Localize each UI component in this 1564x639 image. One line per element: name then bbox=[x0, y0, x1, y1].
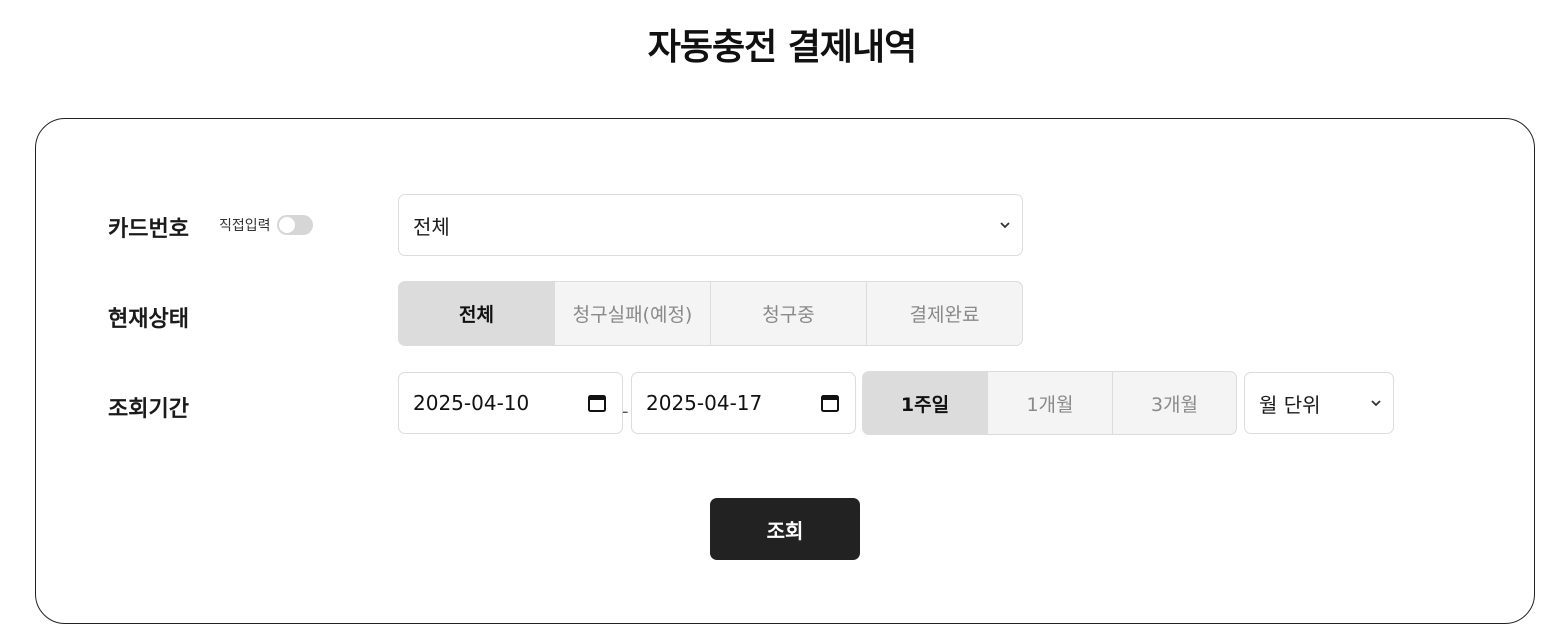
start-date-value: 2025-04-10 bbox=[413, 391, 530, 415]
status-option-all[interactable]: 전체 bbox=[399, 282, 555, 345]
period-unit-value: 월 단위 bbox=[1259, 392, 1321, 417]
search-filter-panel: 카드번호 직접입력 전체 현재상태 전체 청구실패(예정) 청구중 결제완료 조… bbox=[35, 118, 1535, 624]
status-option-paid[interactable]: 결제완료 bbox=[867, 282, 1022, 345]
card-number-label: 카드번호 bbox=[108, 217, 189, 242]
status-label: 현재상태 bbox=[108, 307, 189, 332]
end-date-value: 2025-04-17 bbox=[646, 391, 763, 415]
date-separator: - bbox=[622, 401, 629, 422]
period-range-segmented-control: 1주일 1개월 3개월 bbox=[862, 371, 1237, 435]
range-option-1-week[interactable]: 1주일 bbox=[863, 372, 988, 434]
direct-input-toggle-group: 직접입력 bbox=[219, 215, 313, 235]
search-button[interactable]: 조회 bbox=[710, 498, 860, 560]
status-option-billing[interactable]: 청구중 bbox=[711, 282, 867, 345]
chevron-down-icon bbox=[1000, 222, 1010, 229]
range-option-3-months[interactable]: 3개월 bbox=[1113, 372, 1236, 434]
period-unit-select[interactable]: 월 단위 bbox=[1244, 372, 1394, 434]
chevron-down-icon bbox=[1371, 400, 1381, 407]
card-select-value: 전체 bbox=[413, 214, 450, 239]
range-option-1-month[interactable]: 1개월 bbox=[988, 372, 1113, 434]
end-date-input[interactable]: 2025-04-17 bbox=[631, 372, 856, 434]
calendar-icon[interactable] bbox=[587, 393, 607, 413]
start-date-input[interactable]: 2025-04-10 bbox=[398, 372, 623, 434]
toggle-knob bbox=[278, 217, 295, 233]
calendar-icon[interactable] bbox=[820, 393, 840, 413]
status-option-billing-failed[interactable]: 청구실패(예정) bbox=[555, 282, 711, 345]
status-segmented-control: 전체 청구실패(예정) 청구중 결제완료 bbox=[398, 281, 1023, 346]
card-select[interactable]: 전체 bbox=[398, 194, 1023, 256]
direct-input-label: 직접입력 bbox=[219, 218, 271, 234]
page-title: 자동충전 결제내역 bbox=[647, 27, 918, 68]
period-label: 조회기간 bbox=[108, 397, 189, 422]
direct-input-toggle[interactable] bbox=[276, 215, 313, 235]
